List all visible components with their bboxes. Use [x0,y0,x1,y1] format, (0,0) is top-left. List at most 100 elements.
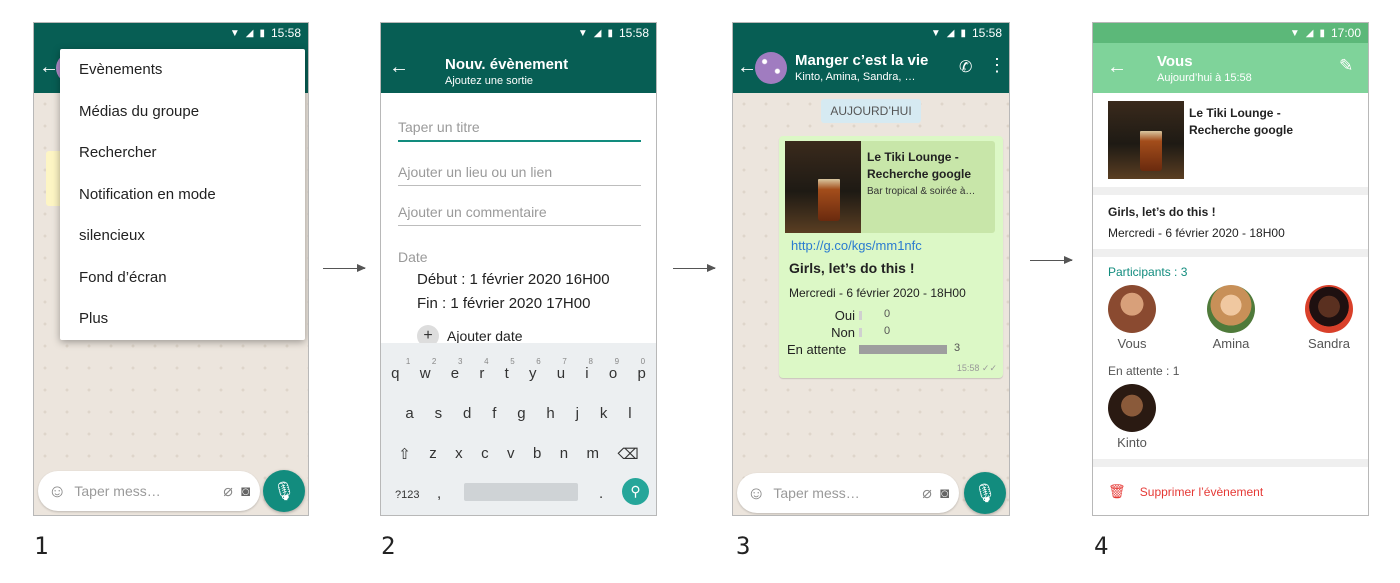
key-b[interactable]: b [533,445,541,463]
search-key[interactable]: ⚲ [622,478,649,505]
menu-item-search[interactable]: Rechercher [60,132,305,174]
hint-2: 2 [431,357,437,366]
attach-icon[interactable]: ⌀ [223,481,233,501]
key-a[interactable]: a [405,405,413,422]
key-l[interactable]: l [628,405,631,422]
key-c[interactable]: c [481,445,489,463]
arrow-2 [673,264,716,272]
comma-key[interactable]: , [437,485,441,502]
avatar-kinto[interactable] [1108,384,1156,432]
mic-button[interactable]: 🎙 [263,470,305,512]
emoji-icon[interactable]: ☺ [747,483,765,504]
poll-label-pending: En attente [787,342,847,357]
key-n[interactable]: n [560,445,568,463]
link-preview[interactable]: Le Tiki Lounge - Recherche google Bar tr… [785,141,995,233]
key-h[interactable]: h [546,405,554,422]
menu-item-wallpaper[interactable]: Fond d’écran [60,257,305,299]
poll-label-no: Non [831,325,855,340]
key-q[interactable]: q [391,365,399,382]
key-x[interactable]: x [455,445,463,463]
status-time: 15:58 [618,26,649,40]
key-t[interactable]: t [505,365,509,382]
back-arrow-icon[interactable]: ← [1107,56,1127,79]
key-p[interactable]: p [637,365,645,382]
battery-icon: ▮ [607,27,613,39]
menu-item-mute-cont[interactable]: silencieux [60,215,305,257]
message-input[interactable]: Taper mess… [74,483,215,499]
keyboard: q w e r t y u i o p 1 2 3 4 5 6 7 8 9 0 … [381,343,656,515]
key-d[interactable]: d [463,405,471,422]
key-w[interactable]: w [420,365,431,382]
poll-row-yes[interactable]: Oui 0 [779,308,979,324]
menu-item-group-media[interactable]: Médias du groupe [60,91,305,133]
shift-icon[interactable]: ⇧ [398,445,411,463]
pending-name-kinto: Kinto [1117,435,1147,450]
link-description: Bar tropical & soirée à… [867,186,976,197]
key-g[interactable]: g [517,405,525,422]
poll-row-no[interactable]: Non 0 [779,325,979,341]
add-call-icon[interactable]: ✆ [959,57,972,77]
screen-4: ▼ ◢ ▮ 17:00 ← Vous Aujourd’hui à 15:58 ✎… [1092,22,1369,516]
delete-event-button[interactable]: 🗑 Supprimer l’évènement [1108,483,1263,500]
status-time: 17:00 [1330,26,1361,40]
menu-item-events[interactable]: Evènements [60,49,305,91]
glass-image [1140,131,1162,171]
key-r[interactable]: r [479,365,484,382]
avatar-amina[interactable] [1207,285,1255,333]
keyboard-hint-row: 1 2 3 4 5 6 7 8 9 0 [381,357,656,366]
key-z[interactable]: z [429,445,437,463]
battery-icon: ▮ [960,27,966,39]
message-input-bar[interactable]: ☺ Taper mess… ⌀ ◙ [38,471,260,511]
key-y[interactable]: y [529,365,537,382]
more-icon[interactable]: ⋮ [988,55,1006,76]
event-title: Girls, let’s do this ! [1108,205,1216,219]
key-m[interactable]: m [587,445,600,463]
screen-title: Vous [1157,53,1193,70]
key-k[interactable]: k [600,405,608,422]
attach-icon[interactable]: ⌀ [922,483,932,503]
backspace-icon[interactable]: ⌫ [617,445,638,463]
back-arrow-icon[interactable]: ← [737,56,757,79]
link-url[interactable]: http://g.co/kgs/mm1nfc [791,238,922,253]
key-o[interactable]: o [609,365,617,382]
chat-subtitle: Kinto, Amina, Sandra, … [795,71,916,83]
keyboard-row-4: ?123 , . ⚲ [381,478,656,509]
edit-icon[interactable]: ✎ [1339,56,1353,76]
avatar-sandra[interactable] [1305,285,1353,333]
hint-3: 3 [458,357,463,366]
back-arrow-icon[interactable]: ← [389,56,409,79]
link-thumbnail [1108,101,1184,179]
start-date[interactable]: Début : 1 février 2020 16H00 [417,271,610,288]
key-s[interactable]: s [435,405,443,422]
mic-button[interactable]: 🎙 [964,472,1006,514]
divider-2 [1093,249,1368,257]
key-v[interactable]: v [507,445,515,463]
camera-icon[interactable]: ◙ [940,485,949,502]
message-time: 15:58 ✓✓ [957,363,997,374]
camera-icon[interactable]: ◙ [241,483,250,500]
key-i[interactable]: i [585,365,588,382]
comment-input[interactable]: Ajouter un commentaire [398,204,641,226]
space-key[interactable] [464,483,578,501]
menu-item-mute[interactable]: Notification en mode [60,174,305,216]
message-input[interactable]: Taper mess… [773,485,914,501]
hint-0: 0 [640,357,646,366]
hint-5: 5 [510,357,515,366]
group-avatar[interactable] [755,52,787,84]
message-input-bar[interactable]: ☺ Taper mess… ⌀ ◙ [737,473,959,513]
key-e[interactable]: e [451,365,459,382]
end-date[interactable]: Fin : 1 février 2020 17H00 [417,295,590,312]
avatar-vous[interactable] [1108,285,1156,333]
period-key[interactable]: . [599,485,603,502]
key-j[interactable]: j [576,405,579,422]
link-card[interactable]: Le Tiki Lounge - Recherche google [1093,93,1368,187]
menu-item-more[interactable]: Plus [60,298,305,340]
emoji-icon[interactable]: ☺ [48,481,66,502]
event-message-bubble[interactable]: Le Tiki Lounge - Recherche google Bar tr… [779,136,1003,378]
key-f[interactable]: f [492,405,496,422]
title-input[interactable]: Taper un titre [398,119,641,142]
symbols-key[interactable]: ?123 [395,489,419,501]
place-input[interactable]: Ajouter un lieu ou un lien [398,164,641,186]
key-u[interactable]: u [557,365,565,382]
poll-row-pending[interactable]: En attente 3 [779,342,979,358]
